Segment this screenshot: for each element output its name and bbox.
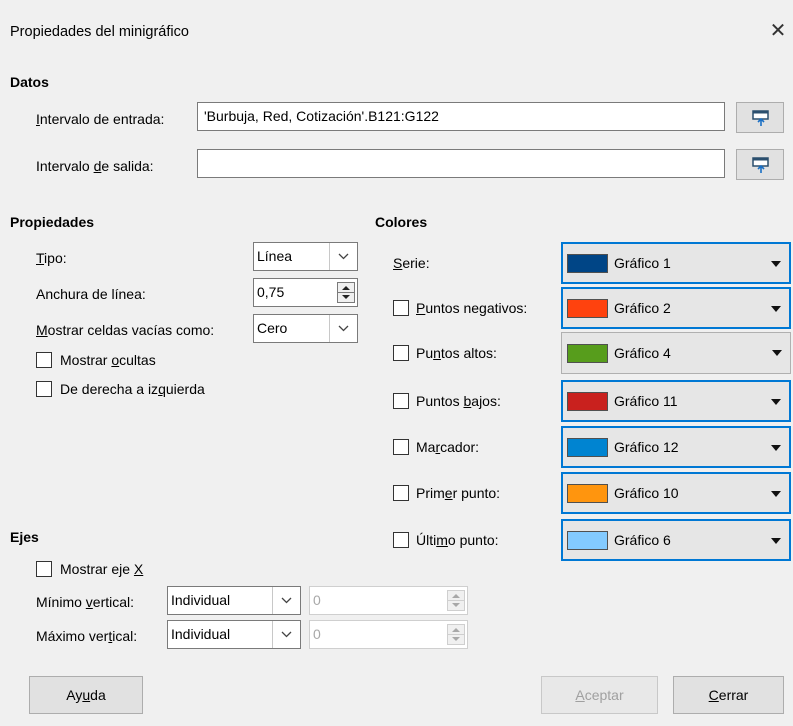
puntos-altos-checkbox[interactable]	[393, 345, 409, 361]
min-vertical-value: 0	[313, 592, 321, 608]
color-name: Gráfico 11	[614, 393, 678, 409]
ok-button[interactable]: Aceptar	[541, 676, 658, 714]
chevron-down-icon[interactable]	[272, 587, 300, 614]
serie-label: Serie:	[393, 255, 430, 271]
color-swatch	[567, 484, 608, 503]
primer-punto-color-dropdown[interactable]: Gráfico 10	[561, 472, 791, 514]
caret-down-icon	[771, 491, 781, 497]
color-name: Gráfico 10	[614, 485, 679, 501]
serie-color-dropdown[interactable]: Gráfico 1	[561, 242, 791, 284]
min-vertical-select[interactable]: Individual	[167, 586, 301, 615]
chevron-down-icon[interactable]	[272, 621, 300, 648]
max-vertical-spinner[interactable]: 0	[309, 620, 468, 649]
ultimo-punto-color-dropdown[interactable]: Gráfico 6	[561, 519, 791, 561]
spin-arrows-icon[interactable]	[447, 590, 465, 611]
marcador-checkbox[interactable]	[393, 439, 409, 455]
primer-punto-checkbox[interactable]	[393, 485, 409, 501]
caret-down-icon	[771, 445, 781, 451]
close-icon[interactable]: ✕	[766, 17, 790, 45]
output-range-field[interactable]	[197, 149, 725, 178]
caret-down-icon	[771, 306, 781, 312]
chevron-down-icon[interactable]	[329, 243, 357, 270]
celdas-label: Mostrar celdas vacías como:	[36, 322, 215, 338]
max-vertical-label: Máximo vertical:	[36, 628, 138, 644]
spin-arrows-icon[interactable]	[447, 624, 465, 645]
color-name: Gráfico 4	[614, 345, 671, 361]
color-name: Gráfico 2	[614, 300, 671, 316]
puntos-altos-label: Puntos altos:	[416, 345, 497, 361]
primer-punto-label: Primer punto:	[416, 485, 501, 501]
tipo-select[interactable]: Línea	[253, 242, 358, 271]
max-vertical-select[interactable]: Individual	[167, 620, 301, 649]
color-name: Gráfico 1	[614, 255, 671, 271]
puntos-bajos-color-dropdown[interactable]: Gráfico 11	[561, 380, 791, 422]
colores-heading: Colores	[375, 214, 428, 230]
puntos-altos-color-dropdown[interactable]: Gráfico 4	[561, 332, 791, 374]
propiedades-heading: Propiedades	[10, 214, 95, 230]
anchura-value: 0,75	[257, 284, 285, 300]
derecha-label: De derecha a izquierda	[60, 381, 205, 397]
shrink-icon	[752, 110, 769, 126]
color-name: Gráfico 6	[614, 532, 671, 548]
marcador-label: Marcador:	[416, 439, 480, 455]
color-swatch	[567, 438, 608, 457]
input-range-shrink-button[interactable]	[736, 102, 784, 133]
puntos-negativos-checkbox[interactable]	[393, 300, 409, 316]
color-swatch	[567, 531, 608, 550]
window-title: Propiedades del minigráfico	[10, 24, 189, 40]
caret-down-icon	[771, 261, 781, 267]
derecha-checkbox[interactable]	[36, 381, 52, 397]
datos-heading: Datos	[10, 74, 49, 90]
puntos-negativos-color-dropdown[interactable]: Gráfico 2	[561, 287, 791, 329]
caret-down-icon	[771, 399, 781, 405]
input-range-field[interactable]: 'Burbuja, Red, Cotización'.B121:G122	[197, 102, 725, 131]
tipo-value: Línea	[257, 248, 293, 264]
caret-down-icon	[772, 350, 782, 356]
ultimo-punto-checkbox[interactable]	[393, 532, 409, 548]
puntos-negativos-label: Puntos negativos:	[416, 300, 528, 316]
celdas-value: Cero	[257, 320, 288, 336]
tipo-label: Tipo:	[36, 250, 67, 266]
mostrar-eje-x-checkbox[interactable]	[36, 561, 52, 577]
min-vertical-spinner[interactable]: 0	[309, 586, 468, 615]
ocultas-label: Mostrar ocultas	[60, 352, 156, 368]
shrink-icon	[752, 157, 769, 173]
ultimo-punto-label: Último punto:	[416, 532, 499, 548]
spin-arrows-icon[interactable]	[337, 282, 355, 303]
ejes-heading: Ejes	[10, 529, 39, 545]
output-range-shrink-button[interactable]	[736, 149, 784, 180]
close-button[interactable]: Cerrar	[673, 676, 784, 714]
puntos-bajos-label: Puntos bajos:	[416, 393, 501, 409]
anchura-label: Anchura de línea:	[36, 286, 146, 302]
max-vertical-value: 0	[313, 626, 321, 642]
input-range-label: Intervalo de entrada:	[36, 111, 165, 127]
marcador-color-dropdown[interactable]: Gráfico 12	[561, 426, 791, 468]
color-swatch	[567, 344, 608, 363]
caret-down-icon	[771, 538, 781, 544]
min-vertical-mode: Individual	[171, 592, 231, 608]
puntos-bajos-checkbox[interactable]	[393, 393, 409, 409]
mostrar-eje-x-label: Mostrar eje X	[60, 561, 144, 577]
color-swatch	[567, 299, 608, 318]
output-range-label: Intervalo de salida:	[36, 158, 154, 174]
color-name: Gráfico 12	[614, 439, 679, 455]
min-vertical-label: Mínimo vertical:	[36, 594, 135, 610]
ocultas-checkbox[interactable]	[36, 352, 52, 368]
chevron-down-icon[interactable]	[329, 315, 357, 342]
celdas-select[interactable]: Cero	[253, 314, 358, 343]
help-button[interactable]: Ayuda	[29, 676, 143, 714]
color-swatch	[567, 392, 608, 411]
anchura-spinner[interactable]: 0,75	[253, 278, 358, 307]
max-vertical-mode: Individual	[171, 626, 231, 642]
color-swatch	[567, 254, 608, 273]
